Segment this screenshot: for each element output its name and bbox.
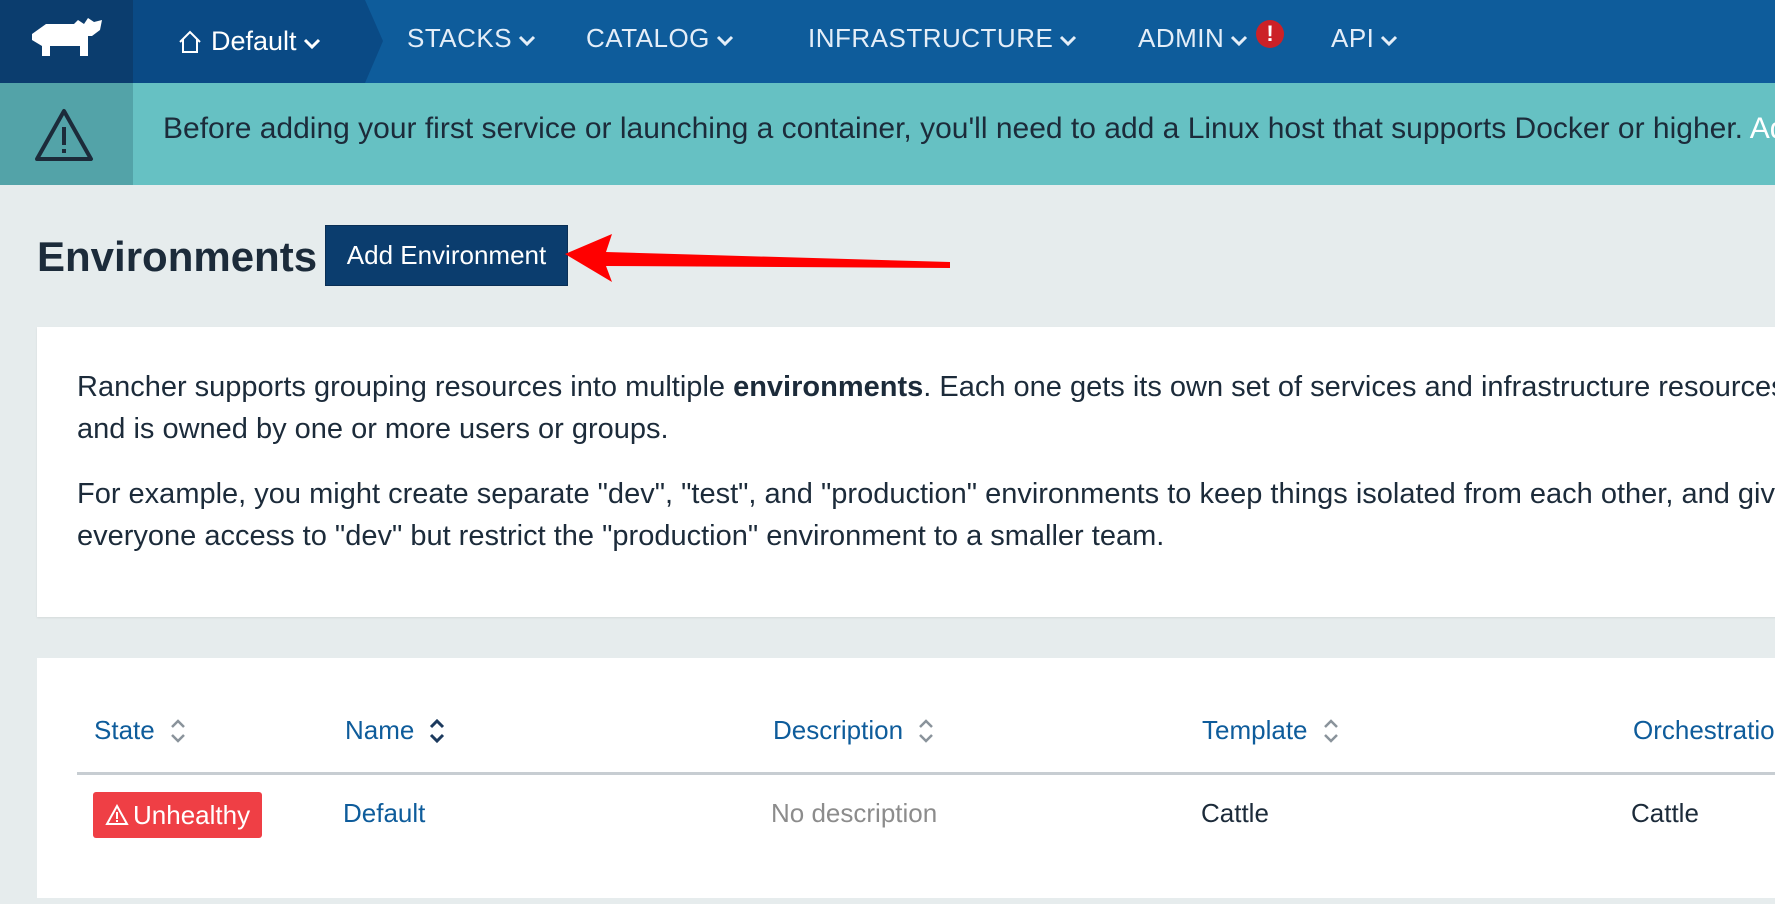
chevron-down-icon — [716, 23, 734, 54]
column-header-template[interactable]: Template — [1202, 715, 1340, 746]
status-badge: Unhealthy — [93, 792, 263, 838]
column-header-description[interactable]: Description — [773, 715, 935, 746]
info-p1-before: Rancher supports grouping resources into… — [77, 371, 734, 403]
admin-alert-icon: ! — [1256, 20, 1284, 48]
environment-orchestration: Cattle — [1631, 798, 1699, 828]
sort-icon — [428, 717, 446, 745]
chevron-down-icon — [1059, 23, 1077, 54]
nav-catalog[interactable]: CATALOG — [586, 0, 734, 76]
chevron-down-icon — [303, 26, 321, 57]
status-badge-label: Unhealthy — [133, 799, 251, 830]
nav-admin[interactable]: ADMIN — [1138, 0, 1248, 76]
warning-icon — [105, 804, 129, 825]
column-header-state[interactable]: State — [94, 715, 187, 746]
rancher-cow-icon — [32, 18, 102, 56]
rancher-logo[interactable] — [0, 0, 133, 83]
environment-template: Cattle — [1201, 798, 1269, 828]
page-title: Environments — [37, 233, 318, 280]
banner-icon-area — [0, 83, 133, 185]
annotation-arrow — [565, 234, 950, 282]
nav-admin-label: ADMIN — [1138, 22, 1225, 53]
nav-catalog-label: CATALOG — [586, 22, 710, 53]
info-p1-bold: environments — [733, 371, 924, 403]
sort-icon — [1322, 717, 1340, 745]
nav-infrastructure[interactable]: INFRASTRUCTURE — [808, 0, 1077, 76]
nav-api[interactable]: API — [1331, 0, 1398, 76]
banner-text: Before adding your first service or laun… — [163, 112, 1750, 145]
add-environment-button[interactable]: Add Environment — [325, 225, 568, 286]
environment-name-link[interactable]: Default — [343, 798, 425, 829]
column-header-label: State — [94, 715, 155, 745]
chevron-down-icon — [1380, 23, 1398, 54]
environments-info-card: Rancher supports grouping resources into… — [37, 327, 1775, 617]
home-icon — [177, 29, 203, 55]
top-navigation: Default STACKS CATALOG INFRASTRUCTURE AD… — [0, 0, 1775, 83]
nav-infrastructure-label: INFRASTRUCTURE — [808, 22, 1054, 53]
info-paragraph-1: Rancher supports grouping resources into… — [77, 366, 1775, 450]
warning-icon — [35, 109, 93, 161]
add-host-link[interactable]: Add a — [1750, 112, 1775, 145]
column-header-name[interactable]: Name — [345, 715, 446, 746]
info-paragraph-2: For example, you might create separate "… — [77, 478, 1775, 552]
nav-stacks-label: STACKS — [407, 22, 513, 53]
column-header-label: Orchestration — [1633, 715, 1775, 745]
host-warning-banner: Before adding your first service or laun… — [0, 83, 1775, 185]
environment-switcher[interactable]: Default — [133, 0, 383, 83]
sort-icon — [169, 717, 187, 745]
column-header-label: Template — [1202, 715, 1308, 745]
chevron-down-icon — [518, 23, 536, 54]
header-divider — [77, 772, 1775, 775]
chevron-down-icon — [1230, 23, 1248, 54]
banner-message: Before adding your first service or laun… — [163, 112, 1775, 146]
column-header-label: Name — [345, 715, 415, 745]
nav-stacks[interactable]: STACKS — [407, 0, 536, 76]
environment-label: Default — [211, 26, 297, 56]
sort-icon — [917, 717, 935, 745]
column-header-orchestration[interactable]: Orchestration — [1633, 715, 1775, 746]
environment-description: No description — [771, 798, 938, 828]
nav-api-label: API — [1331, 22, 1375, 53]
environments-table: State Name Description Template Orchestr… — [37, 658, 1775, 898]
column-header-label: Description — [773, 715, 904, 745]
